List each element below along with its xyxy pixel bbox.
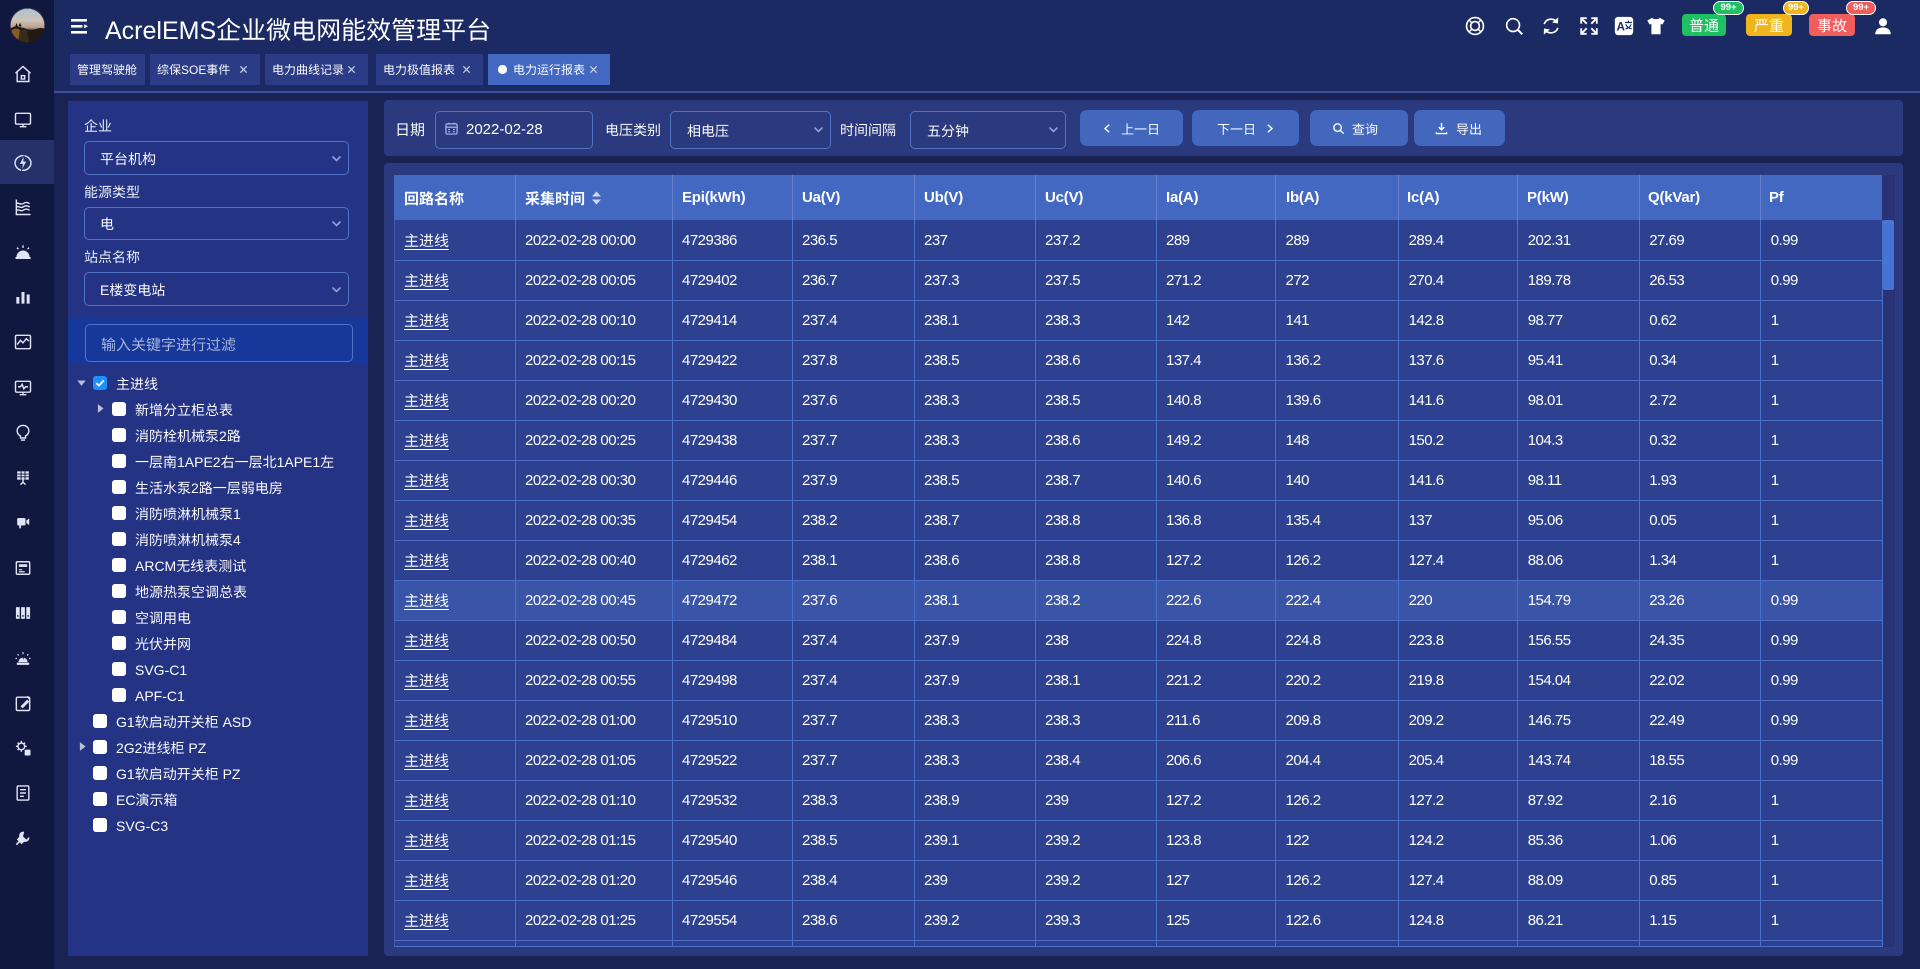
svg-text:2: 2 <box>191 480 199 496</box>
svg-text:SVG-C1: SVG-C1 <box>135 662 187 678</box>
svg-text:A: A <box>1616 21 1625 34</box>
svg-text:1: 1 <box>233 506 241 522</box>
svg-text:4: 4 <box>233 532 241 548</box>
svg-text:1APE1: 1APE1 <box>276 454 320 470</box>
svg-text:APF-C1: APF-C1 <box>135 688 185 704</box>
svg-text:1APE2: 1APE2 <box>177 454 221 470</box>
svg-text:SVG-C3: SVG-C3 <box>116 818 168 834</box>
svg-text:SOE: SOE <box>181 63 206 77</box>
svg-text:2G2: 2G2 <box>116 740 143 756</box>
svg-text:ARCM: ARCM <box>135 558 176 574</box>
svg-text:2: 2 <box>219 428 227 444</box>
svg-text:G1: G1 <box>116 766 135 782</box>
svg-text:ASD: ASD <box>223 714 252 730</box>
svg-text:G1: G1 <box>116 714 135 730</box>
svg-text:AcrelEMS: AcrelEMS <box>105 17 216 45</box>
svg-text:EC: EC <box>116 792 135 808</box>
svg-text:E: E <box>100 282 109 298</box>
svg-text:PZ: PZ <box>188 740 206 756</box>
svg-text:PZ: PZ <box>223 766 241 782</box>
